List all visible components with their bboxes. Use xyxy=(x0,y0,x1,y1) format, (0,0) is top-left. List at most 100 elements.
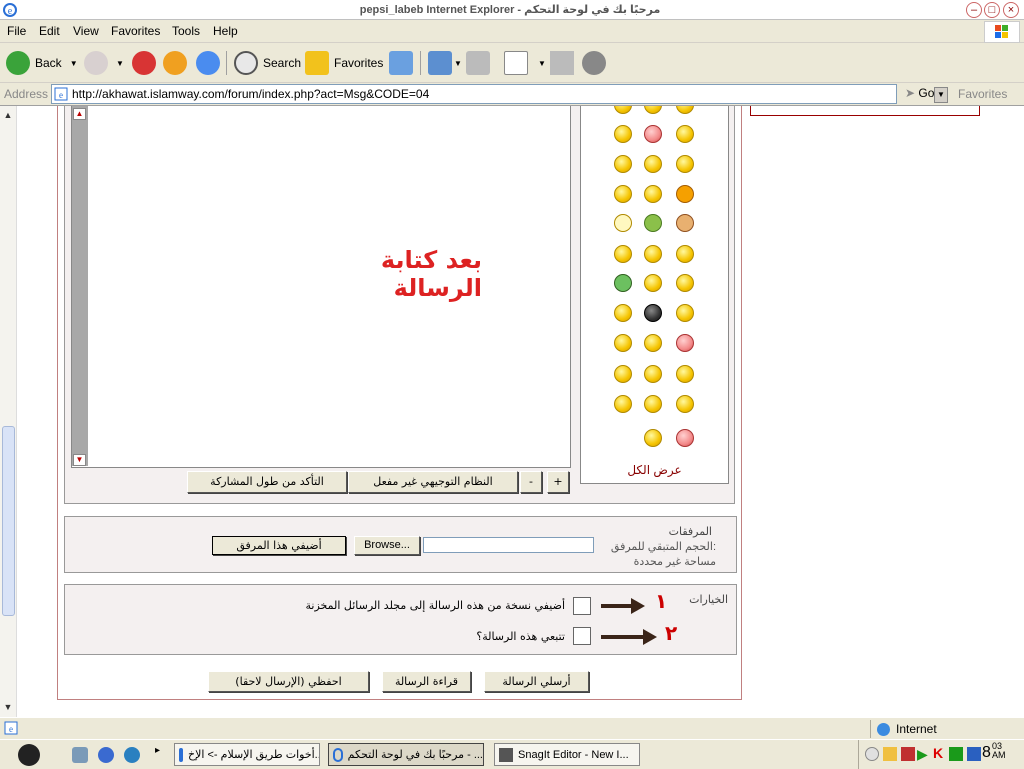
emoticon-icon[interactable] xyxy=(644,395,662,413)
emoticon-icon[interactable] xyxy=(676,395,694,413)
go-button[interactable]: ➤ Go xyxy=(905,86,934,100)
favorites-links[interactable]: Favorites xyxy=(958,87,1007,101)
tray-icon[interactable] xyxy=(883,747,897,761)
emoticon-icon[interactable] xyxy=(644,155,662,173)
address-dropdown-icon[interactable]: ▼ xyxy=(934,87,948,103)
refresh-button[interactable] xyxy=(163,49,187,77)
emoticon-icon[interactable] xyxy=(614,155,632,173)
emoticon-icon[interactable] xyxy=(676,125,694,143)
edit-button[interactable]: ▼ xyxy=(504,49,546,77)
network-icon[interactable] xyxy=(967,747,981,761)
send-message-button[interactable]: أرسلي الرسالة xyxy=(484,671,589,692)
back-button[interactable]: Back ▼ xyxy=(6,49,78,77)
textarea-scroll-up-icon[interactable]: ▲ xyxy=(73,108,86,120)
check-length-button[interactable]: التأكد من طول المشاركة xyxy=(187,471,347,493)
scroll-down-icon[interactable]: ▼ xyxy=(3,702,13,712)
task-forum[interactable]: أخوات طريق الإسلام -> الإخ... xyxy=(174,743,320,766)
menu-favorites[interactable]: Favorites xyxy=(111,24,160,38)
palm-tree-icon[interactable] xyxy=(644,214,662,232)
forward-dropdown-icon[interactable]: ▼ xyxy=(116,59,124,68)
scroll-up-icon[interactable]: ▲ xyxy=(3,110,13,120)
emoticon-icon[interactable] xyxy=(614,334,632,352)
browse-button[interactable]: Browse... xyxy=(354,536,420,555)
menu-view[interactable]: View xyxy=(73,24,99,38)
menu-file[interactable]: File xyxy=(7,24,26,38)
menu-help[interactable]: Help xyxy=(213,24,238,38)
edit-dropdown-icon[interactable]: ▼ xyxy=(538,59,546,68)
emoticon-icon[interactable] xyxy=(614,106,632,114)
close-button[interactable]: × xyxy=(1003,2,1019,18)
maximize-button[interactable]: □ xyxy=(984,2,1000,18)
emoticon-icon[interactable] xyxy=(644,334,662,352)
emoticon-icon[interactable] xyxy=(644,274,662,292)
browser-quicklaunch-icon[interactable] xyxy=(124,747,140,763)
back-dropdown-icon[interactable]: ▼ xyxy=(70,59,78,68)
mail-dropdown-icon[interactable]: ▼ xyxy=(454,59,462,68)
tray-icon[interactable] xyxy=(865,747,879,761)
task-snagit[interactable]: SnagIt Editor - New I... xyxy=(494,743,640,766)
message-textarea[interactable]: ▲ ▼ بعد كتابة الرسالة xyxy=(71,106,571,468)
expand-button[interactable]: + xyxy=(547,471,569,493)
history-button[interactable] xyxy=(389,49,413,77)
emoticon-icon[interactable] xyxy=(676,106,694,114)
emoticon-icon[interactable] xyxy=(644,185,662,203)
textarea-scrollbar[interactable]: ▲ ▼ xyxy=(72,106,88,466)
track-message-checkbox[interactable] xyxy=(573,627,591,645)
page-scrollbar[interactable]: ▲ ▼ xyxy=(0,106,17,717)
tray-icon[interactable] xyxy=(901,747,915,761)
menu-edit[interactable]: Edit xyxy=(39,24,60,38)
add-attachment-button[interactable]: أضيفي هذا المرفق xyxy=(212,536,346,555)
save-draft-button[interactable]: احفظي (الإرسال لاحقا) xyxy=(208,671,369,692)
clock[interactable]: 8 03 AM xyxy=(982,742,1006,762)
menu-tools[interactable]: Tools xyxy=(172,24,200,38)
emoticon-icon[interactable] xyxy=(644,125,662,143)
textarea-scroll-down-icon[interactable]: ▼ xyxy=(73,454,86,466)
emoticon-icon[interactable] xyxy=(614,274,632,292)
messenger-button[interactable] xyxy=(582,49,606,77)
emoticon-icon[interactable] xyxy=(644,429,662,447)
tray-icon[interactable] xyxy=(949,747,963,761)
exclamation-icon[interactable] xyxy=(676,185,694,203)
emoticon-icon[interactable] xyxy=(676,245,694,263)
emoticon-icon[interactable] xyxy=(644,245,662,263)
address-input[interactable]: e http://akhawat.islamway.com/forum/inde… xyxy=(51,84,948,104)
emoticon-icon[interactable] xyxy=(614,304,632,322)
emoticon-icon[interactable] xyxy=(676,155,694,173)
save-copy-checkbox[interactable] xyxy=(573,597,591,615)
play-icon[interactable]: ▶ xyxy=(917,746,928,763)
shrink-button[interactable]: - xyxy=(520,471,542,493)
emoticon-icon[interactable] xyxy=(614,125,632,143)
emoticon-icon[interactable] xyxy=(676,274,694,292)
print-button[interactable] xyxy=(466,49,490,77)
media-player-icon[interactable] xyxy=(98,747,114,763)
discuss-button[interactable] xyxy=(550,49,574,77)
k-icon[interactable]: K xyxy=(933,745,943,761)
search-button[interactable]: Search xyxy=(234,49,301,77)
mail-button[interactable]: ▼ xyxy=(428,49,462,77)
home-button[interactable] xyxy=(196,49,220,77)
emoticon-icon[interactable] xyxy=(614,185,632,203)
stop-button[interactable] xyxy=(132,49,156,77)
minimize-button[interactable]: – xyxy=(966,2,982,18)
penguin-icon[interactable] xyxy=(18,744,40,766)
emoticon-icon[interactable] xyxy=(676,304,694,322)
preview-message-button[interactable]: قراءة الرسالة xyxy=(382,671,471,692)
attachment-file-input[interactable] xyxy=(423,537,594,553)
lightbulb-icon[interactable] xyxy=(614,214,632,232)
emoticon-icon[interactable] xyxy=(676,334,694,352)
emoticon-icon[interactable] xyxy=(676,365,694,383)
guided-mode-button[interactable]: النظام التوجيهي غير مفعل xyxy=(348,471,518,493)
emoticon-icon[interactable] xyxy=(644,106,662,114)
favorites-button[interactable]: Favorites xyxy=(305,49,383,77)
scroll-thumb[interactable] xyxy=(2,426,15,616)
forward-button[interactable]: ▼ xyxy=(84,49,124,77)
emoticon-icon[interactable] xyxy=(676,429,694,447)
emoticon-icon[interactable] xyxy=(614,245,632,263)
quicklaunch-icon[interactable] xyxy=(72,747,88,763)
show-all-emoticons-link[interactable]: عرض الكل xyxy=(581,463,728,477)
emoticon-icon[interactable] xyxy=(644,365,662,383)
wave-hand-icon[interactable] xyxy=(676,214,694,232)
task-control-panel[interactable]: مرحبًا بك في لوحة التحكم - ... xyxy=(328,743,484,766)
quicklaunch-chevron-icon[interactable]: ▸ xyxy=(155,745,160,756)
emoticon-icon[interactable] xyxy=(644,304,662,322)
